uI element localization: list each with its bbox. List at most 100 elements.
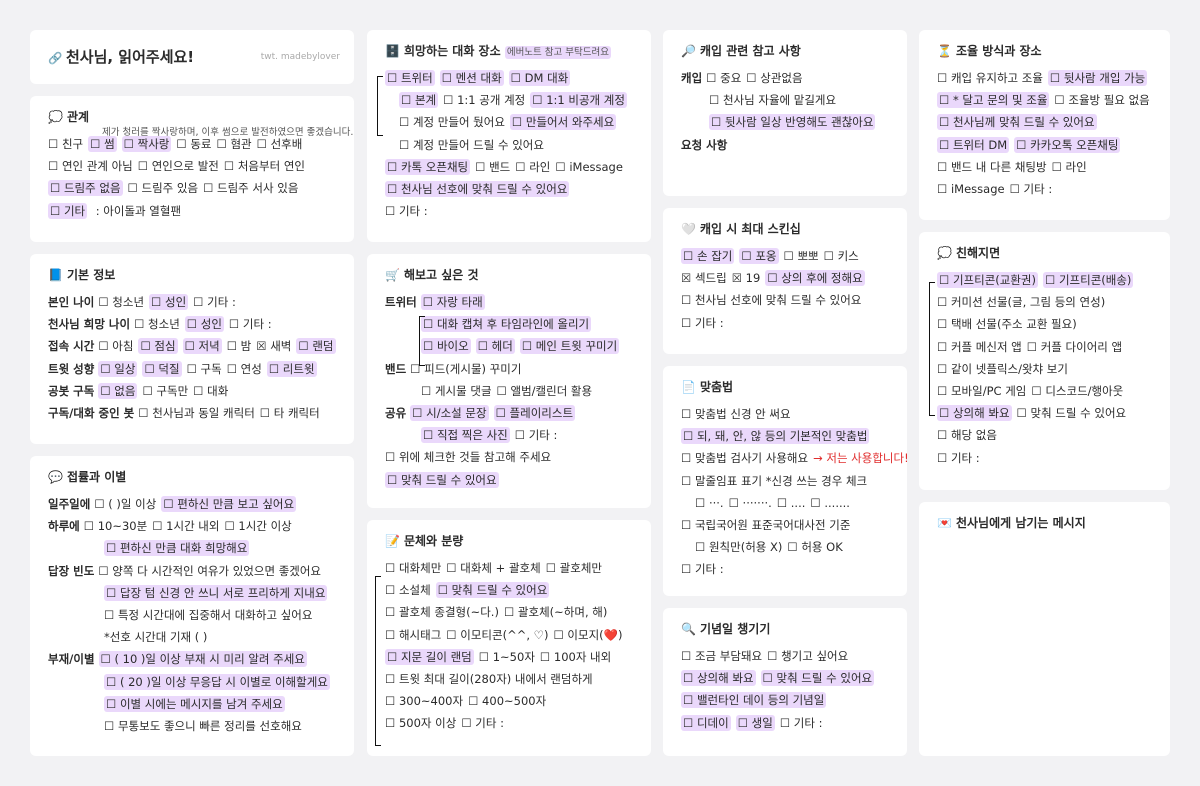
checked-option[interactable]: ☐ 자랑 타래 [420,294,485,310]
checked-option[interactable]: ☐ ( 20 )일 이상 무응답 시 이별로 이해할게요 [104,673,330,690]
checkbox-option[interactable]: ☐ 같이 넷플릭스/왓챠 보기 [937,362,1068,376]
checkbox-option[interactable]: ☐ 키스 [824,249,859,263]
checked-option[interactable]: ☐ 기프티콘(배송) [1043,272,1134,288]
checked-option[interactable]: ☐ ( 10 )일 이상 부재 시 미리 알려 주세요 [98,651,307,668]
checkbox-option[interactable]: ☐ 500자 이상 [385,716,456,730]
checked-option[interactable]: ☐ 플레이리스트 [493,404,576,421]
checked-option[interactable]: ☐ 저녁 [182,338,222,355]
checkbox-option[interactable]: ☐ iMessage [937,182,1005,196]
checkbox-option[interactable]: ☐ 밤 [227,339,252,353]
checked-option[interactable]: ☐ 되, 돼, 안, 않 등의 기본적인 맞춤법 [681,428,870,445]
checked-option[interactable]: ☐ 편하신 만큼 보고 싶어요 [161,496,297,512]
checkbox-option[interactable]: ☐ 허용 OK [787,540,842,554]
checked-option[interactable]: ☐ 성인 [184,316,224,333]
checked-option[interactable]: ☐ 천사님께 맞춰 드릴 수 있어요 [937,114,1097,131]
checked-option[interactable]: ☐ 카카오톡 오픈채팅 [1014,136,1121,153]
checkbox-option[interactable]: ☐ 밴드 내 다른 채팅방 [937,160,1047,174]
checkbox-option[interactable]: ☐ 구독 [187,362,222,376]
checkbox-option[interactable]: ☐ 청소년 [134,317,180,331]
checkbox-option[interactable]: ☐ 기타 : [385,204,428,218]
checkbox-option[interactable]: ☐ 앨범/캘린더 활용 [497,384,593,398]
checkbox-option[interactable]: ☐ 맞춰 드릴 수 있어요 [1017,406,1127,420]
checkbox-option[interactable]: ☐ 드림주 서사 있음 [203,181,298,195]
checkbox-option[interactable]: ☐ ....... [810,496,850,510]
checkbox-option[interactable]: ☐ 택배 선물(주소 교환 필요) [937,317,1077,331]
checkbox-option[interactable]: ☐ 피드(게시물) 꾸미기 [410,362,521,376]
checkbox-option[interactable]: ☐ 드림주 있음 [128,181,199,195]
checkbox-option[interactable]: ☐ 청소년 [98,295,144,309]
checkbox-option[interactable]: ☐ 밴드 [475,160,510,174]
checkbox-option[interactable]: ☐ 소설체 [385,583,431,597]
checkbox-option[interactable]: ☐ 아침 [98,339,133,353]
checked-option[interactable]: ☐ 손 잡기 [681,248,735,264]
checkbox-option[interactable]: ☐ 뽀뽀 [784,249,819,263]
checkbox-option[interactable]: ☐ 괄호체만 [546,561,602,575]
checked-option[interactable]: ☐ * 달고 문의 및 조율 [937,92,1050,109]
checked-option[interactable]: ☐ 이별 시에는 메시지를 남겨 주세요 [104,695,285,712]
checkbox-option[interactable]: ☐ 천사님 선호에 맞춰 드릴 수 있어요 [681,293,861,307]
checked-option[interactable]: ☐ 편하신 만큼 대화 희망해요 [104,540,250,557]
checked-option[interactable]: ☐ 바이오 [421,338,471,355]
checkbox-option[interactable]: ☐ 대화체만 [385,561,441,575]
checkbox-option[interactable]: ☐ 1시간 내외 [152,519,219,533]
checkbox-option[interactable]: ☐ 게시물 댓글 [421,384,492,398]
checkbox-option[interactable]: ☐ 천사님과 동일 캐릭터 [138,406,255,420]
checkbox-option[interactable]: ☐ 기타 : [1010,182,1053,196]
checkbox-option[interactable]: ☐ 기타 : [780,716,823,730]
checked-option[interactable]: ☐ 직접 찍은 사진 [421,427,510,444]
checkbox-option[interactable]: ☐ 동료 [176,137,211,151]
checkbox-option[interactable]: ☐ 300~400자 [385,694,463,708]
checkbox-option[interactable]: ☐ 맞춤법 검사기 사용해요 [681,451,808,465]
checkbox-option[interactable]: ☐ 처음부터 연인 [224,159,305,173]
checked-option[interactable]: ☐ 1:1 비공개 계정 [530,92,627,109]
message-area[interactable] [937,539,1156,739]
checkbox-option[interactable]: ☐ 기타 : [515,428,558,442]
checkbox-option[interactable]: ☐ ···. [695,496,724,510]
checked-option[interactable]: ☐ 리트윗 [266,360,317,377]
checkbox-option[interactable]: ☐ iMessage [555,160,623,174]
checked-option[interactable]: ☐ 짝사랑 [121,136,172,152]
checkbox-option[interactable]: ☐ 기타 : [461,716,504,730]
checkbox-option[interactable]: ☐ 계정 만들어 드릴 수 있어요 [399,138,544,152]
checkbox-option[interactable]: ☐ 위에 체크한 것들 참고해 주세요 [385,450,551,464]
checkbox-option[interactable]: ☐ 구독만 [142,384,188,398]
checked-option[interactable]: ☐ 없음 [98,382,138,399]
checked-option[interactable]: ☐ 포옹 [739,248,779,264]
checked-option[interactable]: ☐ 밸런타인 데이 등의 기념일 [681,692,827,709]
checked-option[interactable]: ☐ 메인 트윗 꾸미기 [519,338,620,355]
checkbox-option[interactable]: ☐ 양쪽 다 시간적인 여유가 있었으면 좋겠어요 [98,564,321,578]
checkbox-option[interactable]: ☐ 기타 : [937,451,980,465]
checkbox-option[interactable]: ☐ 해당 없음 [937,428,997,442]
checkbox-option[interactable]: ☐ 1:1 공개 계정 [443,93,525,107]
checkbox-option[interactable]: ☐ 이모지(❤️) [553,628,622,642]
checked-option[interactable]: ☐ 뒷사람 개입 가능 [1047,70,1148,86]
checked-option[interactable]: ☐ 상의 후에 정해요 [765,270,865,287]
checked-option[interactable]: ☐ 본계 [399,92,439,109]
checkbox-option[interactable]: ☐ 대화체 + 괄호체 [446,561,540,575]
checkbox-option[interactable]: ☐ 커플 메신저 앱 [937,340,1022,354]
checkbox-option[interactable]: ☐ 괄호체 종결형(~다.) [385,605,499,619]
checked-option[interactable]: ☐ 답장 텀 신경 안 쓰니 서로 프리하게 지내요 [104,584,328,601]
checked-option[interactable]: ☐ 썸 [88,136,117,152]
checkbox-option[interactable]: ☐ 400~500자 [468,694,546,708]
checked-option[interactable]: ☐ 만들어서 와주세요 [509,114,617,131]
checked-option[interactable]: ☐ 멘션 대화 [439,70,504,86]
checkbox-option[interactable]: ☐ 연인으로 발전 [138,159,219,173]
checked-option[interactable]: ☐ 뒷사람 일상 반영해도 괜찮아요 [709,114,876,131]
checked-option[interactable]: ☐ 맞춰 드릴 수 있어요 [385,471,499,488]
checked-option[interactable]: ☐ 맞춰 드릴 수 있어요 [435,582,550,599]
checkbox-option[interactable]: ☐ 기타 : [193,295,236,309]
checked-option[interactable]: ☐ 랜덤 [296,338,336,355]
checked-option[interactable]: ☐ DM 대화 [508,70,571,86]
checkbox-option[interactable]: ☐ 해시태그 [385,628,441,642]
checked-option[interactable]: ☐ 덕질 [142,360,182,377]
checked-option[interactable]: ☐ 시/소설 문장 [410,404,489,421]
checkbox-option[interactable]: ☐ 1~50자 [479,650,535,664]
checked-option[interactable]: ☐ 일상 [98,360,138,377]
checkbox-option[interactable]: ☐ 연성 [227,362,262,376]
checkbox-option[interactable]: ☐ 괄호체(~하며, 해) [504,605,607,619]
checkbox-option[interactable]: ☐ 커플 다이어리 앱 [1027,340,1122,354]
checkbox-option[interactable]: ☐ 천사님 자율에 맡길게요 [709,93,836,107]
checked-option[interactable]: ☐ 성인 [149,294,189,310]
checked-option[interactable]: ☐ 카톡 오픈채팅 [385,158,471,175]
